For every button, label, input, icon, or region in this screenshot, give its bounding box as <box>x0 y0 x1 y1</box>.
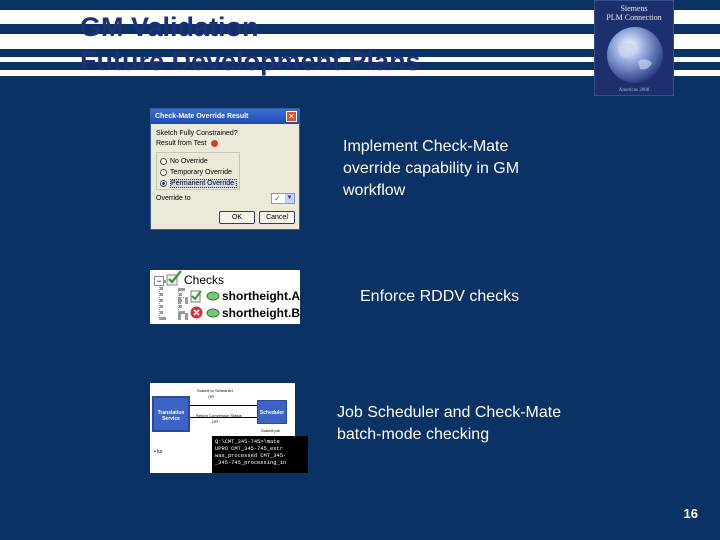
tree-connector <box>178 288 182 314</box>
dialog-title: Check-Mate Override Result <box>151 109 299 124</box>
radio-permanent-override[interactable]: Permanent Override <box>160 179 238 189</box>
diagram-label: OR <box>212 419 218 424</box>
terminal-line: Q:\CMT_345-745>\mate <box>215 439 280 445</box>
terminal-line: was_processed CMT_345- <box>215 453 287 459</box>
part-icon <box>206 291 220 301</box>
tree-root-label[interactable]: Checks <box>184 273 224 287</box>
override-options-group: No Override Temporary Override Permanent… <box>156 152 240 190</box>
diagram-label: • ko <box>154 449 163 455</box>
radio-label: Temporary Override <box>170 169 232 176</box>
logo-line1: Siemens <box>620 4 648 13</box>
radio-label: Permanent Override <box>170 179 238 188</box>
ok-button[interactable]: OK <box>219 211 255 224</box>
radio-temporary-override[interactable]: Temporary Override <box>160 168 232 178</box>
slide-title-line1: GM Validation <box>80 12 259 42</box>
fail-x-icon <box>190 306 203 319</box>
scheduler-diagram-screenshot: Submit to Scheduler OR Return Conversion… <box>150 383 308 473</box>
terminal-line: UPRO CMT_345-745_extr <box>215 446 283 452</box>
radio-selected-icon <box>160 179 167 187</box>
globe-icon <box>607 27 663 83</box>
dialog-question: Sketch Fully Constrained? <box>156 130 238 137</box>
terminal-output: Q:\CMT_345-745>\mate UPRO CMT_345-745_ext… <box>212 436 308 473</box>
cancel-button[interactable]: Cancel <box>259 211 295 224</box>
scheduler-box: Scheduler <box>257 400 287 424</box>
check-icon: ✓ <box>274 194 281 203</box>
bullet-override-capability: Implement Check-Mate override capability… <box>343 138 520 199</box>
radio-label: No Override <box>170 158 208 165</box>
logo-text: Siemens PLM Connection <box>595 4 673 22</box>
diagram-arrow <box>190 405 257 406</box>
collapse-icon[interactable]: − <box>154 276 164 286</box>
logo-date: Americas 2008 <box>618 88 650 93</box>
logo-line2: PLM Connection <box>606 13 662 22</box>
bullet-rddv-checks: Enforce RDDV checks <box>360 288 520 305</box>
fail-status-icon <box>211 140 218 147</box>
override-dialog-screenshot: Check-Mate Override Result ✕ Sketch Full… <box>150 108 300 230</box>
checks-tree-screenshot: − Checks shortheight.A shortheight.B <box>150 270 300 324</box>
override-to-label: Override to <box>156 195 191 202</box>
tree-connector <box>159 280 163 320</box>
radio-icon <box>160 157 167 165</box>
tree-connector <box>178 313 188 317</box>
result-label: Result from Test <box>156 140 207 147</box>
terminal-line: _345-745_processing_in <box>215 460 287 466</box>
plm-connection-logo: Siemens PLM Connection Americas 2008 <box>594 0 674 96</box>
diagram-label: Submit to Scheduler <box>197 388 234 393</box>
diagram-label: OR <box>208 394 214 399</box>
diagram-label: Submit job <box>261 428 280 433</box>
page-number: 16 <box>683 506 698 521</box>
tree-item-label[interactable]: shortheight.B <box>222 306 300 320</box>
override-to-select[interactable]: ✓ ▼ <box>271 193 295 204</box>
part-icon <box>206 308 220 318</box>
bullet-job-scheduler: Job Scheduler and Check-Mate batch-mode … <box>337 404 562 443</box>
tree-connector <box>178 297 188 301</box>
radio-no-override[interactable]: No Override <box>160 157 208 167</box>
slide-title-line2: Future Development Plans <box>80 46 421 76</box>
checks-folder-icon <box>166 270 182 286</box>
translation-service-box: Translation Service <box>152 396 190 432</box>
chevron-down-icon[interactable]: ▼ <box>285 194 294 203</box>
diagram-arrow <box>190 417 257 418</box>
close-icon[interactable]: ✕ <box>286 111 297 122</box>
tree-item-label[interactable]: shortheight.A <box>222 289 300 303</box>
radio-icon <box>160 168 167 176</box>
pass-check-icon <box>190 290 202 303</box>
